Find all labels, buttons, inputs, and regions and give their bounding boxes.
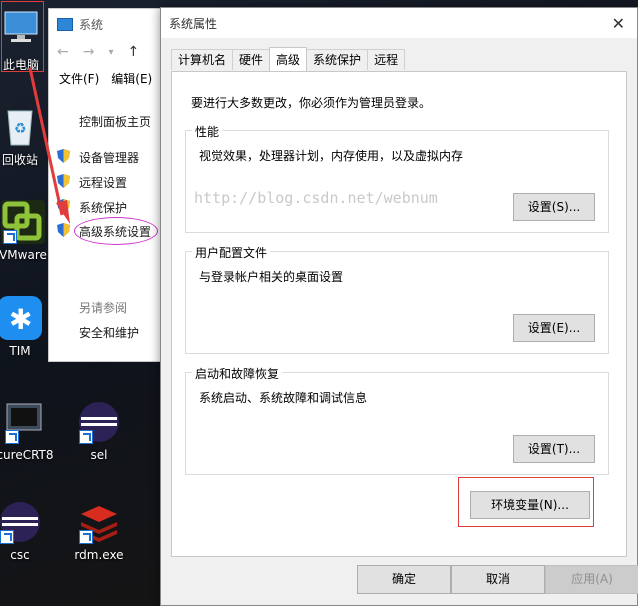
annotation-box-env-button [458, 477, 594, 527]
tab-advanced[interactable]: 高级 [269, 47, 308, 71]
startup-recovery-settings-button[interactable]: 设置(T)... [513, 435, 595, 463]
ok-button[interactable]: 确定 [357, 565, 451, 594]
group-description: 视觉效果，处理器计划，内存使用，以及虚拟内存 [199, 149, 464, 163]
user-profiles-group: 用户配置文件 与登录帐户相关的桌面设置 设置(E)... [185, 244, 609, 354]
tab-remote[interactable]: 远程 [367, 49, 406, 70]
tab-computer-name[interactable]: 计算机名 [171, 49, 234, 70]
cancel-button[interactable]: 取消 [451, 565, 545, 594]
advanced-tab-panel: 要进行大多数更改，你必须作为管理员登录。 性能 视觉效果，处理器计划，内存使用，… [171, 71, 627, 557]
system-properties-dialog: 系统属性 ✕ 计算机名 硬件 高级 系统保护 远程 要进行大多数更改，你必须作为… [160, 7, 638, 606]
tab-system-protection[interactable]: 系统保护 [306, 49, 369, 70]
group-title: 用户配置文件 [192, 244, 271, 261]
admin-notice: 要进行大多数更改，你必须作为管理员登录。 [191, 96, 432, 110]
group-description: 与登录帐户相关的桌面设置 [199, 270, 344, 284]
tab-hardware[interactable]: 硬件 [232, 49, 271, 70]
group-title: 性能 [192, 123, 223, 140]
apply-button[interactable]: 应用(A) [545, 565, 638, 594]
startup-recovery-group: 启动和故障恢复 系统启动、系统故障和调试信息 设置(T)... [185, 365, 609, 475]
group-title: 启动和故障恢复 [192, 365, 283, 382]
user-profiles-settings-button[interactable]: 设置(E)... [513, 314, 595, 342]
dialog-tabs: 计算机名 硬件 高级 系统保护 远程 [171, 47, 406, 71]
watermark-text: http://blog.csdn.net/webnum [194, 189, 438, 207]
performance-group: 性能 视觉效果，处理器计划，内存使用，以及虚拟内存 设置(S)... [185, 123, 609, 233]
dialog-title: 系统属性 [169, 16, 218, 31]
performance-settings-button[interactable]: 设置(S)... [513, 193, 595, 221]
group-description: 系统启动、系统故障和调试信息 [199, 391, 368, 405]
dialog-titlebar: 系统属性 ✕ [161, 8, 637, 38]
close-icon[interactable]: ✕ [608, 14, 629, 33]
